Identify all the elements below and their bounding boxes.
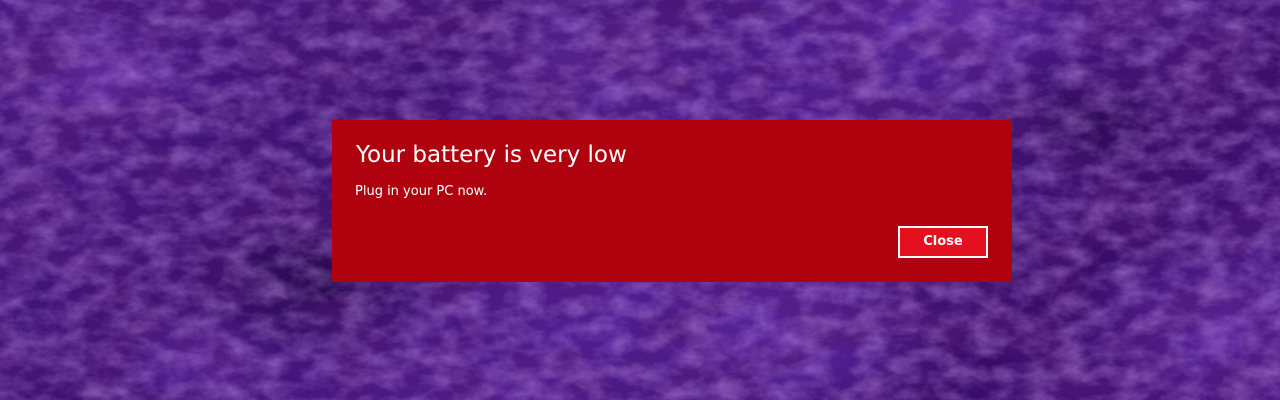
notification-message: Plug in your PC now. <box>355 184 488 199</box>
notification-title: Your battery is very low <box>356 142 627 168</box>
low-battery-notification: Your battery is very low Plug in your PC… <box>332 120 1012 282</box>
close-button[interactable]: Close <box>898 226 988 258</box>
